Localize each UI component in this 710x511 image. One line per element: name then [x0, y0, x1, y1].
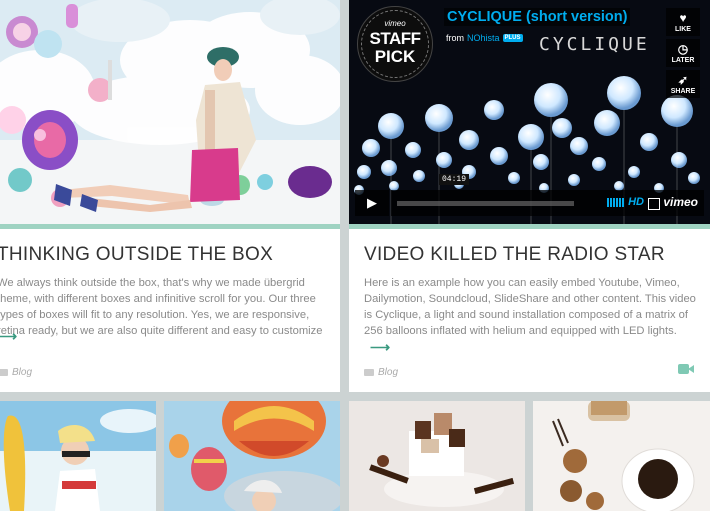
post-title[interactable]: THINKING OUTSIDE THE BOX	[0, 244, 273, 266]
like-button[interactable]: ♥ LIKE	[666, 8, 700, 36]
author-link[interactable]: NOhista	[467, 33, 500, 43]
folder-icon	[364, 369, 374, 376]
read-more-arrow[interactable]: ⟶	[0, 328, 17, 345]
volume-icon[interactable]	[607, 198, 624, 207]
tile-balloons-photo[interactable]	[164, 401, 340, 511]
vimeo-logo[interactable]: vimeo	[663, 195, 698, 209]
video-format-icon	[678, 363, 695, 375]
video-title[interactable]: CYCLIQUE (short version)	[444, 8, 631, 26]
post-excerpt: We always think outside the box, that's …	[0, 277, 323, 337]
heart-icon: ♥	[679, 11, 687, 25]
progress-track[interactable]	[397, 201, 574, 206]
from-label: from	[446, 33, 464, 43]
post-excerpt: Here is an example how you can easily em…	[364, 277, 696, 355]
staff-pick-badge[interactable]: vimeo STAFF PICK	[357, 6, 433, 82]
timecode: 04:19	[439, 174, 470, 185]
post-category[interactable]: Blog	[364, 367, 398, 378]
tile-surf-photo[interactable]	[0, 401, 156, 511]
tile-coffee-photo[interactable]	[533, 401, 710, 511]
plus-badge: PLUS	[502, 34, 523, 42]
post-title[interactable]: VIDEO KILLED THE RADIO STAR	[364, 244, 665, 266]
play-button[interactable]: ▶	[355, 190, 389, 216]
video-controls: ▶ 04:19 HD vimeo	[355, 174, 704, 216]
post-card-fashion: THINKING OUTSIDE THE BOX We always think…	[0, 0, 340, 392]
read-more-arrow[interactable]: ⟶	[370, 339, 390, 355]
category-label: Blog	[378, 367, 399, 378]
card-accent-bar	[0, 224, 340, 229]
control-bar: 04:19 HD vimeo	[391, 174, 704, 216]
badge-pick-text: PICK	[374, 47, 416, 66]
clock-icon: ◷	[677, 42, 689, 56]
post-card-video: vimeo STAFF PICK CYCLIQUE (short version…	[349, 0, 710, 392]
watch-later-button[interactable]: ◷ LATER	[666, 39, 700, 67]
card-accent-bar	[349, 224, 710, 229]
video-logo-text: CYCLIQUE	[539, 34, 650, 55]
fullscreen-icon[interactable]	[648, 198, 660, 210]
tile-chocolate-photo[interactable]	[349, 401, 525, 511]
video-player[interactable]: vimeo STAFF PICK CYCLIQUE (short version…	[349, 0, 710, 224]
category-label: Blog	[12, 367, 33, 378]
folder-icon	[0, 369, 8, 376]
share-icon: ➶	[677, 73, 689, 87]
share-button[interactable]: ➶ SHARE	[666, 70, 700, 98]
post-image-fashion[interactable]	[0, 0, 340, 224]
hd-toggle[interactable]: HD	[628, 196, 644, 208]
badge-staff-text: STAFF	[369, 29, 421, 48]
badge-vimeo-text: vimeo	[384, 19, 406, 28]
video-byline: from NOhista PLUS	[446, 33, 523, 43]
post-category[interactable]: Blog	[0, 367, 32, 378]
play-icon: ▶	[367, 195, 377, 210]
